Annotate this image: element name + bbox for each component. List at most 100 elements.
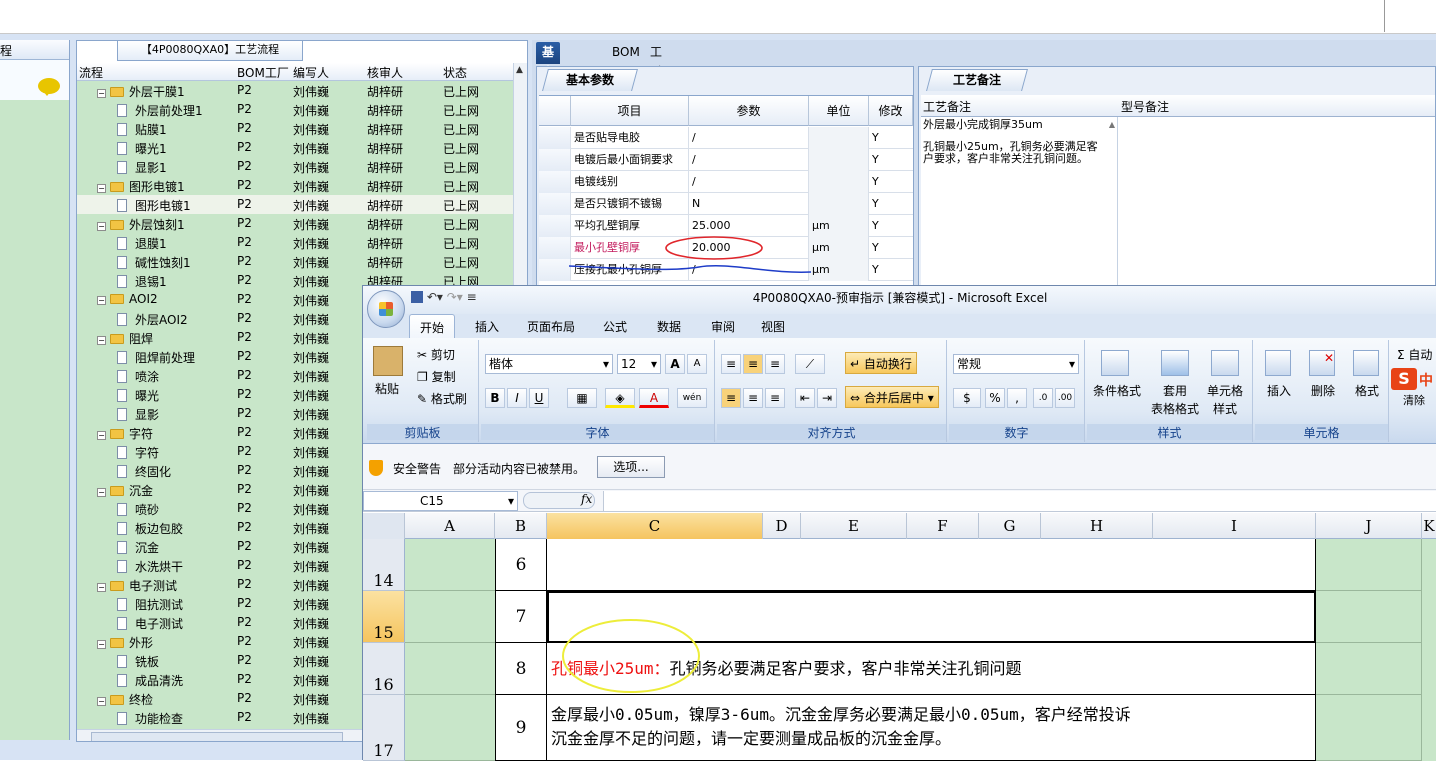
cell-a[interactable] (405, 695, 495, 761)
cell-b[interactable]: 7 (495, 591, 547, 643)
tree-node[interactable]: 沉金 (117, 539, 159, 556)
tree-node[interactable]: − 字符 (97, 425, 153, 442)
underline-button[interactable]: U (529, 388, 549, 408)
tree-node[interactable]: 终固化 (117, 463, 171, 480)
tree-node[interactable]: 电子测试 (117, 615, 183, 632)
cut-button[interactable]: ✂ 剪切 (417, 346, 455, 363)
tree-node[interactable]: 外层AOI2 (117, 311, 188, 328)
tree-node[interactable]: − 外层蚀刻1 (97, 216, 185, 233)
tree-node[interactable]: 板边包胶 (117, 520, 183, 537)
cell-a[interactable] (405, 643, 495, 695)
decrease-decimal-button[interactable]: .00 (1055, 388, 1075, 408)
align-middle-icon[interactable]: ≡ (743, 354, 763, 374)
tree-node[interactable]: 贴膜1 (117, 121, 167, 138)
cell-j[interactable] (1316, 539, 1422, 591)
border-button[interactable]: ▦ (567, 388, 597, 408)
collapse-icon[interactable]: − (97, 89, 106, 98)
row-header[interactable]: 14 (363, 539, 405, 591)
tree-node[interactable]: − 终检 (97, 691, 153, 708)
tree-row[interactable]: 贴膜1 P2 刘伟巍 胡梓研 已上网 (77, 119, 513, 138)
collapse-icon[interactable]: − (97, 184, 106, 193)
col-status[interactable]: 状态 (443, 64, 467, 81)
cell-c[interactable] (547, 591, 1316, 643)
collapse-icon[interactable]: − (97, 296, 106, 305)
collapse-icon[interactable]: − (97, 431, 106, 440)
row-header[interactable]: 17 (363, 695, 405, 761)
col-process[interactable]: 流程 (79, 64, 103, 81)
tree-node[interactable]: 阻抗测试 (117, 596, 183, 613)
tree-row[interactable]: − 图形电镀1 P2 刘伟巍 胡梓研 已上网 (77, 176, 513, 195)
select-all-corner[interactable] (363, 513, 405, 539)
notes-col-process[interactable]: 工艺备注 (923, 98, 971, 115)
align-bottom-icon[interactable]: ≡ (765, 354, 785, 374)
tree-node[interactable]: 喷砂 (117, 501, 159, 518)
orientation-icon[interactable]: ⟋ (795, 354, 825, 374)
phonetic-button[interactable]: wén (677, 388, 707, 408)
indent-increase-icon[interactable]: ⇥ (817, 388, 837, 408)
font-size-select[interactable]: 12 ▾ (617, 354, 661, 374)
cell-b[interactable]: 8 (495, 643, 547, 695)
tree-node[interactable]: − 沉金 (97, 482, 153, 499)
conditional-format-icon[interactable] (1101, 350, 1129, 376)
collapse-icon[interactable]: − (97, 222, 106, 231)
tree-node[interactable]: 字符 (117, 444, 159, 461)
customize-icon[interactable]: ≡ (467, 290, 477, 304)
cell-c[interactable]: 金厚最小0.05um，镍厚3-6um。沉金金厚务必要满足最小0.05um，客户经… (547, 695, 1316, 761)
grow-font-button[interactable]: A (665, 354, 685, 374)
percent-button[interactable]: % (985, 388, 1005, 408)
column-header[interactable]: G (979, 513, 1041, 539)
ime-mode-label[interactable]: 中 (1419, 370, 1433, 390)
tree-row[interactable]: − 外层干膜1 P2 刘伟巍 胡梓研 已上网 (77, 81, 513, 100)
cell-a[interactable] (405, 539, 495, 591)
delete-cells-button[interactable]: 删除 (1311, 382, 1335, 399)
office-button[interactable] (367, 290, 405, 328)
ribbon-tab[interactable]: 开始 (409, 314, 456, 340)
italic-button[interactable]: I (507, 388, 527, 408)
collapse-icon[interactable]: − (97, 583, 106, 592)
col-checker[interactable]: 核审人 (367, 64, 403, 81)
fill-color-button[interactable]: ◈ (605, 388, 635, 408)
comma-button[interactable]: , (1007, 388, 1027, 408)
column-header[interactable]: C (547, 513, 763, 539)
tree-node[interactable]: − AOI2 (97, 292, 158, 306)
collapse-icon[interactable]: − (97, 336, 106, 345)
formula-input[interactable] (603, 491, 1436, 511)
tab-bom[interactable]: BOM (606, 42, 646, 64)
tree-node[interactable]: 图形电镀1 (117, 197, 191, 214)
ribbon-tab[interactable]: 数据 (657, 318, 681, 335)
sogou-ime-icon[interactable]: S (1391, 368, 1417, 390)
cell-k[interactable] (1422, 695, 1436, 761)
undo-icon[interactable]: ↶▾ (427, 290, 443, 304)
tree-node[interactable]: − 阻焊 (97, 330, 153, 347)
tree-node[interactable]: 水洗烘干 (117, 558, 183, 575)
cell-j[interactable] (1316, 591, 1422, 643)
redo-icon[interactable]: ↷▾ (447, 290, 463, 304)
security-options-button[interactable]: 选项... (597, 456, 665, 478)
tree-node[interactable]: − 外层干膜1 (97, 83, 185, 100)
tree-row[interactable]: − 外层蚀刻1 P2 刘伟巍 胡梓研 已上网 (77, 214, 513, 233)
table-format-button[interactable]: 套用 (1163, 382, 1187, 399)
collapse-icon[interactable]: − (97, 697, 106, 706)
insert-function-button[interactable]: fx (581, 492, 592, 506)
column-header[interactable]: I (1153, 513, 1316, 539)
tree-node[interactable]: 外层前处理1 (117, 102, 203, 119)
insert-cells-icon[interactable] (1265, 350, 1291, 376)
currency-icon[interactable]: $ (953, 388, 981, 408)
cell-b[interactable]: 6 (495, 539, 547, 591)
cell-k[interactable] (1422, 643, 1436, 695)
tree-row[interactable]: 图形电镀1 P2 刘伟巍 胡梓研 已上网 (77, 195, 513, 214)
ribbon-tab[interactable]: 插入 (475, 318, 499, 335)
tree-node[interactable]: 喷涂 (117, 368, 159, 385)
clear-button[interactable]: 清除 (1403, 392, 1425, 408)
indent-decrease-icon[interactable]: ⇤ (795, 388, 815, 408)
tree-node[interactable]: 曝光 (117, 387, 159, 404)
copy-button[interactable]: ❐ 复制 (417, 368, 456, 385)
insert-cells-button[interactable]: 插入 (1267, 382, 1291, 399)
tree-node[interactable]: 阻焊前处理 (117, 349, 195, 366)
tree-node[interactable]: 成品清洗 (117, 672, 183, 689)
cell-b[interactable]: 9 (495, 695, 547, 761)
tree-node[interactable]: 铣板 (117, 653, 159, 670)
column-header[interactable]: K (1422, 513, 1436, 539)
align-center-icon[interactable]: ≡ (743, 388, 763, 408)
column-header[interactable]: H (1041, 513, 1153, 539)
